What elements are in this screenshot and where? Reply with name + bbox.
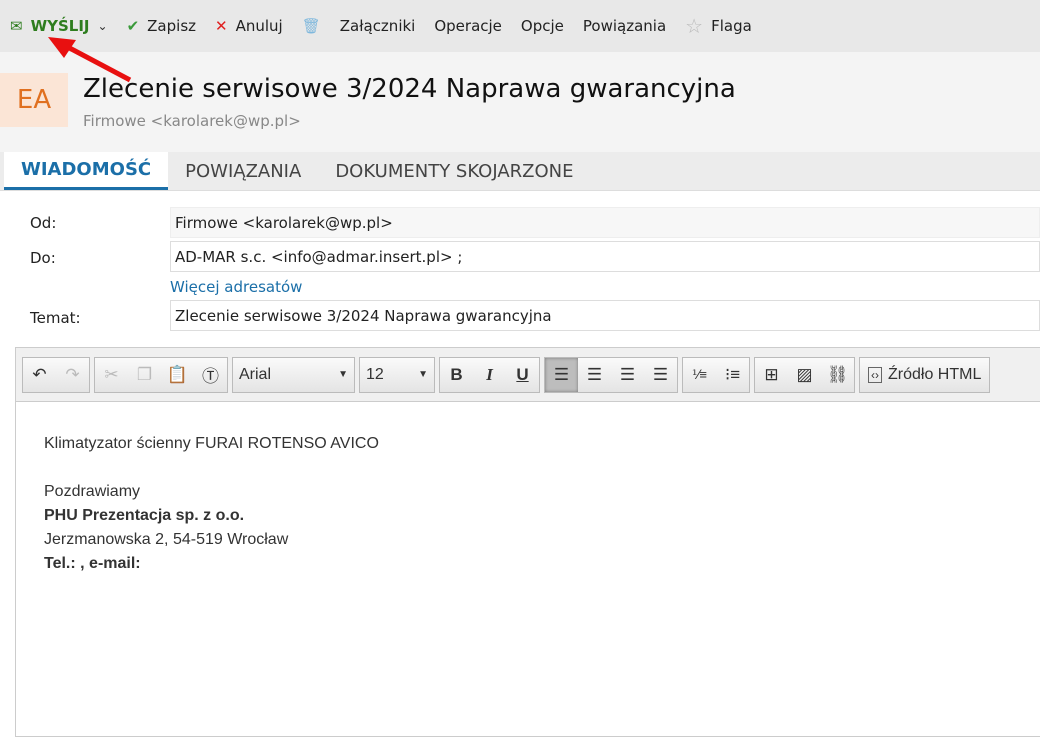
to-label: Do: — [30, 249, 56, 267]
numbered-list-icon[interactable]: ⅟≡ — [683, 358, 716, 392]
subject-field[interactable]: Zlecenie serwisowe 3/2024 Naprawa gwaran… — [170, 300, 1040, 331]
address: Jerzmanowska 2, 54-519 Wrocław — [44, 531, 289, 548]
html-source-button[interactable]: ‹› Źródło HTML — [859, 356, 991, 393]
cut-icon[interactable]: ✂ — [95, 358, 128, 392]
undo-icon[interactable]: ↶ — [23, 358, 56, 392]
attachments-button[interactable]: Załączniki — [340, 17, 416, 35]
flag-button[interactable]: ☆ Flaga — [685, 14, 752, 38]
editor-body[interactable]: Klimatyzator ścienny FURAI ROTENSO AVICO… — [16, 402, 1040, 606]
redo-icon[interactable]: ↷ — [56, 358, 89, 392]
delete-button[interactable]: 🗑 — [302, 17, 321, 35]
italic-icon[interactable]: I — [473, 358, 506, 392]
to-field[interactable]: AD-MAR s.c. <info@admar.insert.pl> ; — [170, 241, 1040, 272]
copy-icon[interactable]: ❐ — [128, 358, 161, 392]
greeting: Pozdrawiamy — [44, 483, 141, 500]
tab-links[interactable]: POWIĄZANIA — [168, 152, 318, 190]
more-recipients-link[interactable]: Więcej adresatów — [170, 278, 302, 296]
link-icon[interactable]: ⛓ — [821, 358, 854, 392]
editor-toolbar: ↶ ↷ ✂ ❐ 📋 Ⓣ Arial ▼ 12 ▼ BIU ☰ ☰ ☰ ☰ ⅟≡ ⁝≡ ⊞ ▨ ⛓ ‹› Ź… — [16, 348, 1040, 402]
from-label: Od: — [30, 214, 57, 232]
paste-icon[interactable]: 📋 — [161, 358, 194, 392]
operations-button[interactable]: Operacje — [434, 17, 502, 35]
align-center-icon[interactable]: ☰ — [578, 358, 611, 392]
image-icon[interactable]: ▨ — [788, 358, 821, 392]
tab-bar: WIADOMOŚĆ POWIĄZANIA DOKUMENTY SKOJARZON… — [0, 152, 1040, 191]
body-line: Klimatyzator ścienny FURAI ROTENSO AVICO — [44, 435, 379, 452]
align-right-icon[interactable]: ☰ — [611, 358, 644, 392]
rich-text-editor: ↶ ↷ ✂ ❐ 📋 Ⓣ Arial ▼ 12 ▼ BIU ☰ ☰ ☰ ☰ ⅟≡ ⁝≡ ⊞ ▨ ⛓ ‹› Ź… — [15, 347, 1040, 737]
tab-message[interactable]: WIADOMOŚĆ — [4, 152, 169, 190]
cancel-button[interactable]: ✕ Anuluj — [215, 17, 283, 35]
subject-label: Temat: — [30, 309, 81, 327]
trash-icon: 🗑 — [301, 17, 321, 35]
table-icon[interactable]: ⊞ — [755, 358, 788, 392]
font-select[interactable]: Arial ▼ — [232, 356, 355, 393]
options-button[interactable]: Opcje — [521, 17, 564, 35]
star-icon: ☆ — [685, 14, 704, 38]
tab-documents[interactable]: DOKUMENTY SKOJARZONE — [318, 152, 590, 190]
align-left-icon[interactable]: ☰ — [545, 357, 578, 392]
red-arrow-annotation — [48, 37, 132, 83]
underline-icon[interactable]: U — [506, 358, 539, 392]
links-button[interactable]: Powiązania — [583, 17, 666, 35]
dropdown-arrow-icon: ▼ — [418, 369, 428, 380]
justify-icon[interactable]: ☰ — [644, 358, 677, 392]
bold-icon[interactable]: B — [440, 358, 473, 392]
contact: Tel.: , e-mail: — [44, 555, 141, 572]
from-field[interactable]: Firmowe <karolarek@wp.pl> — [170, 207, 1040, 238]
dropdown-arrow-icon: ▼ — [338, 369, 348, 380]
close-icon: ✕ — [215, 17, 228, 35]
paste-text-icon[interactable]: Ⓣ — [194, 358, 227, 392]
sender: Firmowe <karolarek@wp.pl> — [83, 112, 301, 130]
bullet-list-icon[interactable]: ⁝≡ — [716, 358, 749, 392]
font-size-select[interactable]: 12 ▼ — [359, 356, 435, 393]
company-name: PHU Prezentacja sp. z o.o. — [44, 507, 245, 524]
html-file-icon: ‹› — [868, 366, 882, 383]
